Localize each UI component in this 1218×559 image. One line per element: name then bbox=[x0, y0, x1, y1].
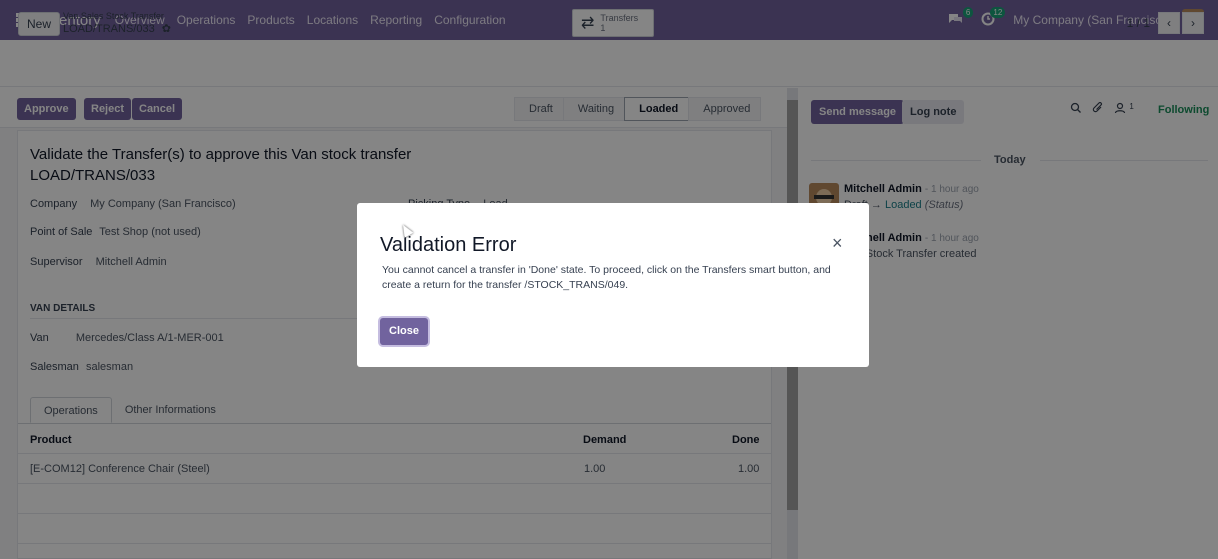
dialog-message: You cannot cancel a transfer in 'Done' s… bbox=[382, 264, 831, 291]
dialog-title: Validation Error bbox=[380, 234, 517, 256]
close-button[interactable]: Close bbox=[380, 318, 428, 345]
close-icon[interactable]: × bbox=[832, 233, 843, 253]
validation-error-dialog: Validation Error × You cannot cancel a t… bbox=[357, 203, 869, 367]
